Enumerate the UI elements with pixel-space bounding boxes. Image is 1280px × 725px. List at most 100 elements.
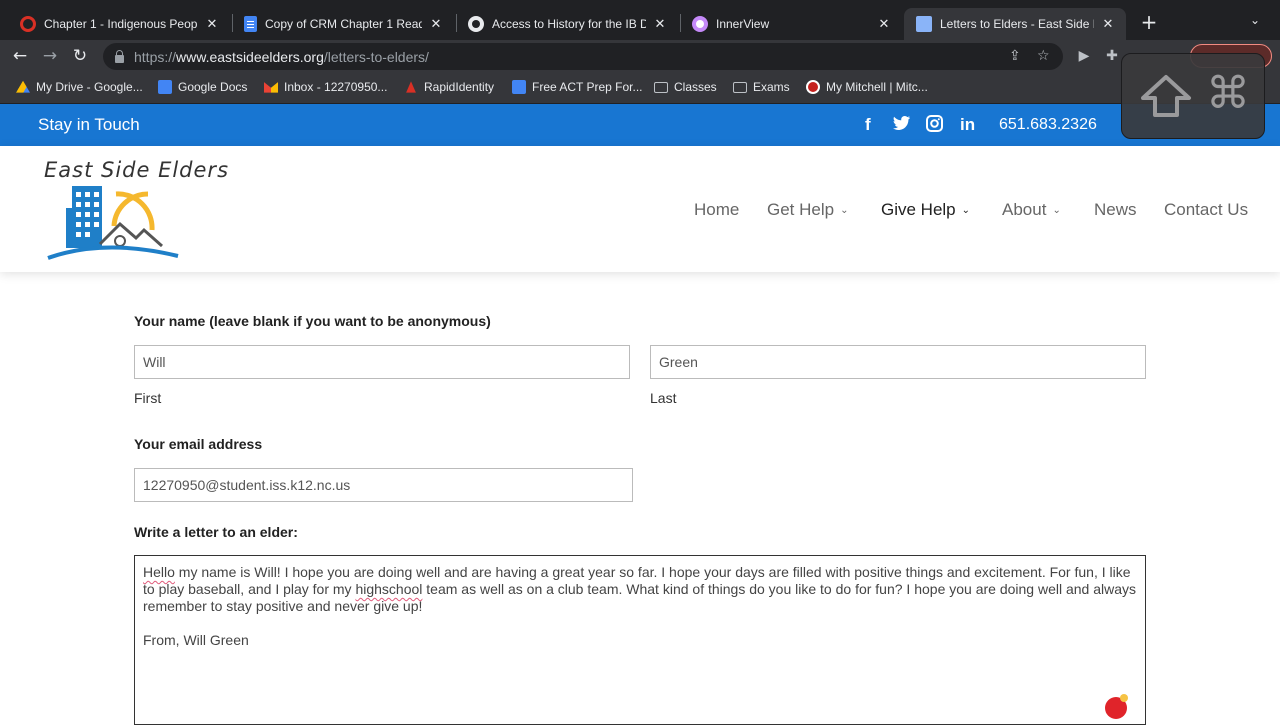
bookmark-label: Classes: [674, 80, 717, 94]
grammarly-icon[interactable]: [1105, 694, 1128, 719]
close-icon[interactable]: ✕: [428, 16, 444, 32]
bookmark-google-docs[interactable]: Google Docs: [158, 80, 247, 94]
bookmark-act-prep[interactable]: Free ACT Prep For...: [512, 80, 642, 94]
chevron-down-icon: ⌄: [1052, 205, 1061, 216]
logo-buildings-icon[interactable]: [44, 186, 184, 266]
address-bar[interactable]: https://www.eastsideelders.org/letters-t…: [103, 43, 1063, 70]
last-name-field[interactable]: Green: [650, 345, 1146, 379]
name-label: Your name (leave blank if you want to be…: [134, 313, 491, 329]
letter-closing: From, Will Green: [143, 632, 249, 648]
site-main-header: East Side Elders Home Get Help ⌄ Give Hel…: [0, 146, 1280, 272]
star-icon[interactable]: ☆: [1037, 48, 1050, 64]
tab-letters-to-elders[interactable]: Letters to Elders - East Side Elders ✕: [904, 8, 1126, 40]
letter-label: Write a letter to an elder:: [134, 524, 298, 540]
close-icon[interactable]: ✕: [652, 16, 668, 32]
google-docs-icon: [158, 80, 172, 94]
gmail-icon: [264, 82, 278, 93]
nav-contact-us[interactable]: Contact Us: [1164, 200, 1248, 220]
email-label: Your email address: [134, 436, 263, 452]
nav-news[interactable]: News: [1094, 200, 1137, 220]
url-scheme: https://: [134, 48, 177, 65]
nav-label: Get Help: [767, 200, 835, 219]
globe-icon: [468, 16, 484, 32]
first-sublabel: First: [134, 390, 162, 406]
bookmarks-bar: My Drive - Google... Google Docs Inbox -…: [0, 72, 1280, 104]
extension-icon[interactable]: ▶: [1076, 48, 1092, 64]
tab-access-history[interactable]: Access to History for the IB Dip ✕: [456, 8, 678, 40]
chevron-down-icon[interactable]: ⌄: [1250, 13, 1260, 27]
stay-in-touch-text: Stay in Touch: [38, 115, 140, 134]
google-docs-icon: [512, 80, 526, 94]
site-favicon-icon: [916, 16, 932, 32]
nav-give-help[interactable]: Give Help ⌄: [881, 200, 970, 220]
tab-title: InnerView: [716, 17, 770, 31]
site-top-bar: Stay in Touch f in 651.683.2326: [0, 104, 1280, 146]
nav-about[interactable]: About ⌄: [1002, 200, 1061, 220]
bookmark-label: My Drive - Google...: [36, 80, 143, 94]
letter-body: Hello my name is Will! I hope you are do…: [143, 564, 1137, 615]
bookmark-label: Google Docs: [178, 80, 248, 94]
close-icon[interactable]: ✕: [876, 16, 892, 32]
misspelled-word: Hello: [143, 564, 175, 580]
letter-textarea[interactable]: Hello my name is Will! I hope you are do…: [134, 555, 1146, 725]
instagram-icon[interactable]: [926, 115, 943, 137]
bookmark-my-drive[interactable]: My Drive - Google...: [16, 80, 143, 94]
tab-title: Chapter 1 - Indigenous Peoples: [44, 17, 198, 31]
facebook-icon[interactable]: f: [865, 115, 871, 135]
innerview-icon: [692, 16, 708, 32]
nav-label: News: [1094, 200, 1137, 219]
folder-icon: [733, 81, 747, 93]
logo-text[interactable]: East Side Elders: [44, 158, 229, 182]
url-path: /letters-to-elders/: [323, 48, 429, 65]
bookmark-label: My Mitchell | Mitc...: [826, 80, 928, 94]
command-key-icon: ⌘: [1206, 68, 1250, 119]
new-tab-button[interactable]: +: [1138, 12, 1160, 34]
tab-title: Letters to Elders - East Side Elders: [940, 17, 1094, 31]
misspelled-word: highschool: [355, 581, 423, 597]
bookmark-my-mitchell[interactable]: My Mitchell | Mitc...: [806, 80, 928, 94]
twitter-bird-shape: [893, 116, 910, 130]
bookmark-exams[interactable]: Exams: [733, 80, 790, 94]
shift-key-icon: [1141, 75, 1191, 117]
instagram-shape: [926, 115, 943, 132]
first-name-field[interactable]: Will: [134, 345, 630, 379]
nav-home[interactable]: Home: [694, 200, 739, 220]
nav-label: Give Help: [881, 200, 956, 219]
mitchell-icon: [806, 80, 820, 94]
twitter-icon[interactable]: [893, 115, 911, 136]
email-field[interactable]: 12270950@student.iss.k12.nc.us: [134, 468, 633, 502]
forward-icon[interactable]: →: [38, 44, 62, 68]
folder-icon: [654, 81, 668, 93]
bookmark-classes[interactable]: Classes: [654, 80, 717, 94]
bookmark-rapididentity[interactable]: RapidIdentity: [404, 80, 494, 94]
close-icon[interactable]: ✕: [1100, 16, 1116, 32]
nav-label: Contact Us: [1164, 200, 1249, 219]
share-icon[interactable]: ⇪: [1009, 48, 1021, 64]
back-icon[interactable]: ←: [8, 44, 32, 68]
tab-chapter-1[interactable]: Chapter 1 - Indigenous Peoples ✕: [8, 8, 230, 40]
linkedin-icon[interactable]: in: [960, 115, 975, 135]
nav-label: About: [1002, 200, 1047, 219]
keyboard-shortcut-overlay: ⌘: [1121, 53, 1265, 139]
tab-crm-reading[interactable]: Copy of CRM Chapter 1 Reading ✕: [232, 8, 454, 40]
browser-tab-bar: Chapter 1 - Indigenous Peoples ✕ Copy of…: [0, 0, 1280, 40]
bookmark-inbox[interactable]: Inbox - 12270950...: [264, 80, 387, 94]
reload-icon[interactable]: ↻: [68, 44, 92, 68]
nav-get-help[interactable]: Get Help ⌄: [767, 200, 848, 220]
phone-number[interactable]: 651.683.2326: [999, 116, 1097, 134]
nav-label: Home: [694, 200, 740, 219]
bookmark-label: Inbox - 12270950...: [284, 80, 388, 94]
url-text: https://www.eastsideelders.org/letters-t…: [134, 49, 429, 65]
close-icon[interactable]: ✕: [204, 16, 220, 32]
browser-toolbar: ← → ↻ https://www.eastsideelders.org/let…: [0, 40, 1280, 72]
tab-title: Copy of CRM Chapter 1 Reading: [265, 17, 422, 31]
puzzle-icon[interactable]: ✚: [1104, 48, 1120, 64]
url-host: www.eastsideelders.org: [176, 48, 324, 65]
tab-favicon-icon: [20, 16, 36, 32]
google-drive-icon: [16, 80, 30, 93]
tab-innerview[interactable]: InnerView ✕: [680, 8, 902, 40]
bookmark-label: RapidIdentity: [424, 80, 495, 94]
lock-icon: [115, 49, 124, 63]
bookmark-label: Free ACT Prep For...: [532, 80, 643, 94]
chevron-down-icon: ⌄: [840, 205, 849, 216]
